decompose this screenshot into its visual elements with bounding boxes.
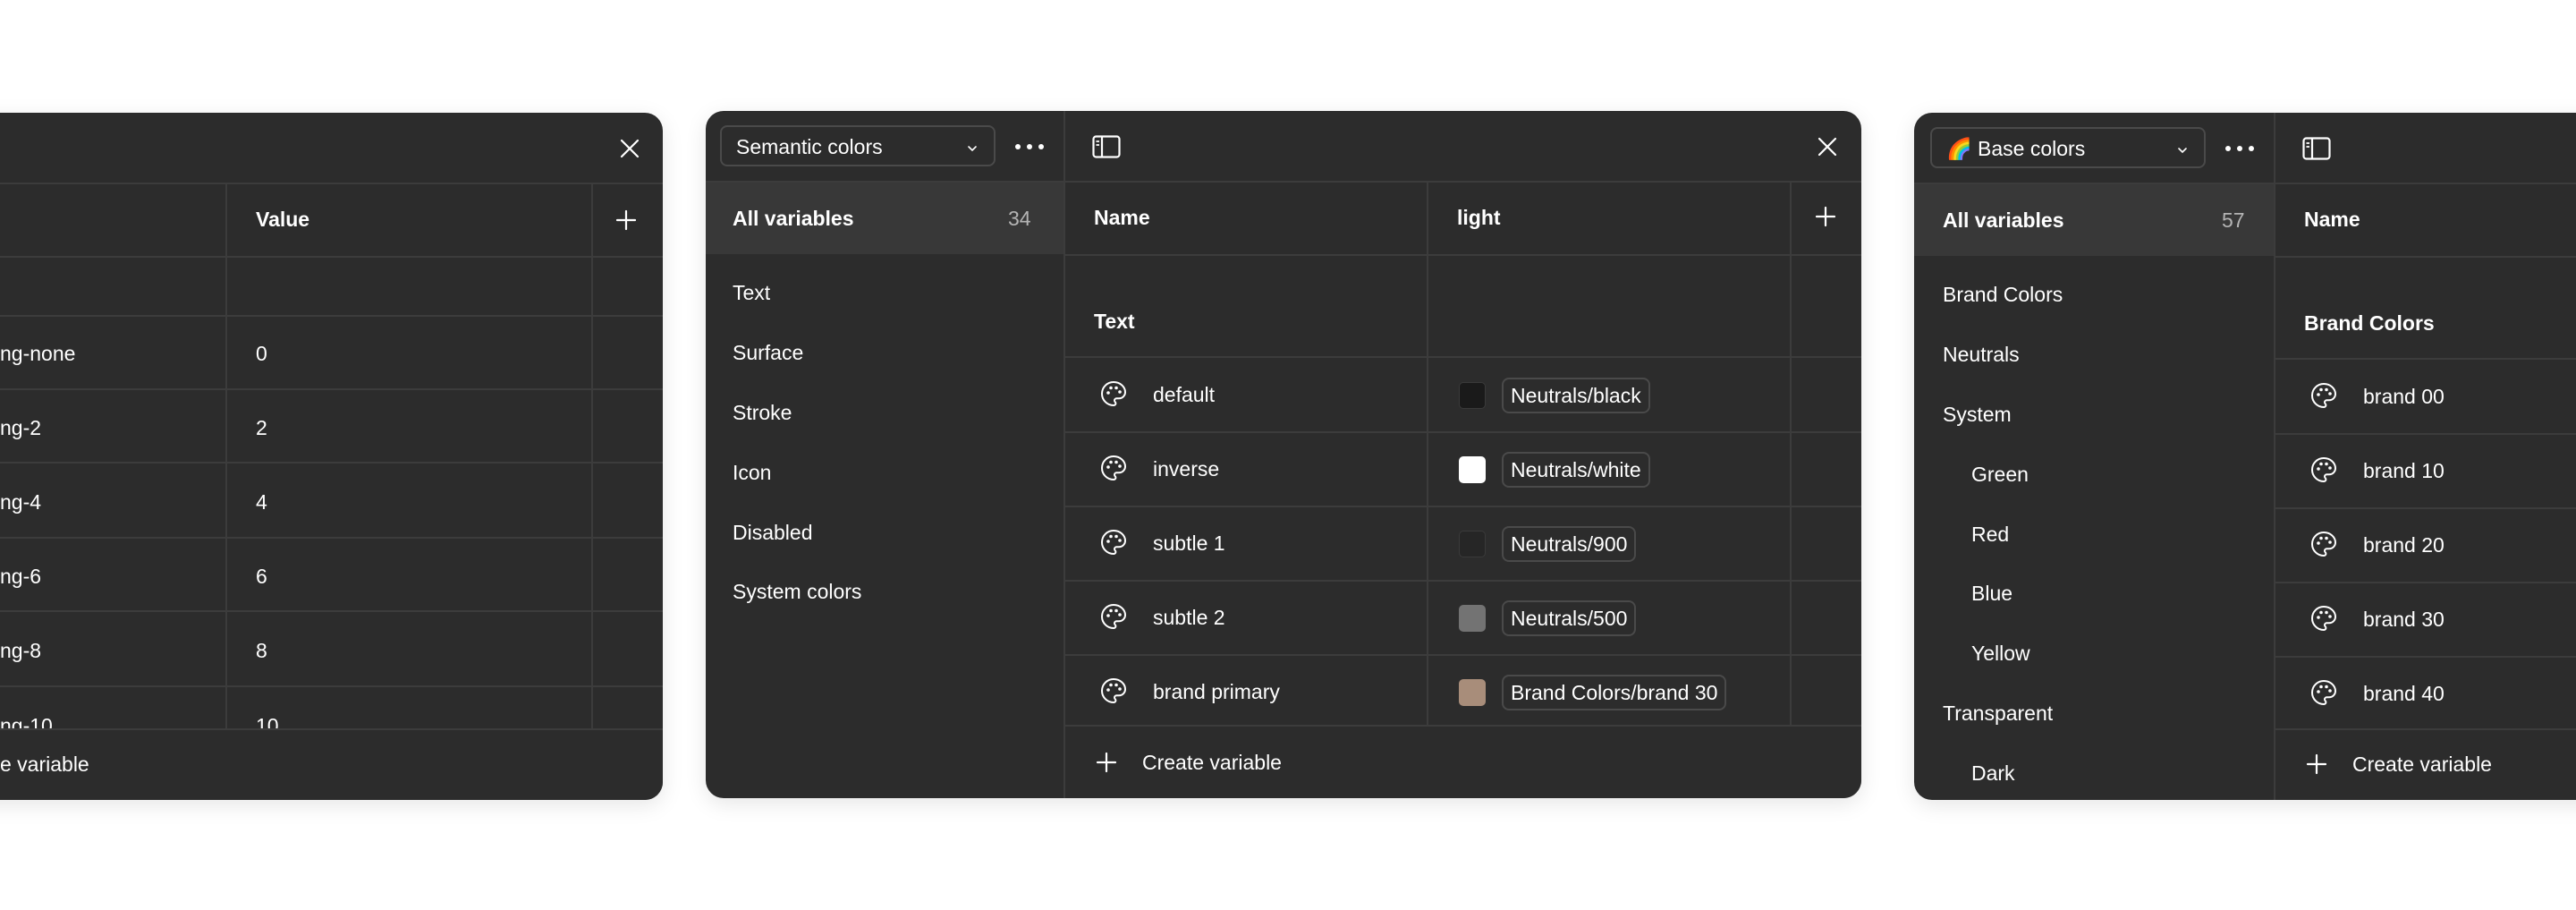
variable-value: 2 — [256, 416, 267, 439]
color-swatch — [1459, 382, 1486, 409]
variable-name: ng-10 — [0, 714, 53, 728]
plus-icon — [1094, 750, 1119, 775]
plus-icon — [2304, 752, 2329, 777]
collection-select[interactable]: 🌈 Base colors — [1930, 127, 2206, 168]
variable-count-badge: 57 — [2222, 208, 2245, 232]
value-column-header: Value — [256, 208, 310, 231]
sidebar-item-neutrals[interactable]: Neutrals — [1943, 341, 2020, 368]
variable-name: subtle 2 — [1153, 606, 1225, 629]
sidebar-item-all-variables[interactable]: All variables 34 — [706, 183, 1063, 254]
palette-icon — [2309, 604, 2338, 633]
sidebar-item-system[interactable]: System — [1943, 401, 2012, 428]
plus-icon[interactable] — [614, 208, 639, 233]
sidebar-item-surface[interactable]: Surface — [733, 339, 803, 366]
sidebar-toggle-icon[interactable] — [2301, 132, 2333, 165]
color-swatch — [1459, 679, 1486, 706]
color-swatch — [1459, 605, 1486, 632]
chevron-down-icon — [2177, 144, 2188, 160]
variables-panel-left: Value e variable ng-none 0 ng-2 2 ng-4 4… — [0, 113, 663, 800]
variable-name: brand 00 — [2363, 385, 2445, 408]
variable-value: 4 — [256, 490, 267, 514]
palette-icon — [2309, 381, 2338, 410]
variables-panel-semantic: Semantic colors All variables 34 Text Su… — [706, 111, 1861, 798]
palette-icon — [1099, 602, 1128, 631]
color-swatch — [1459, 531, 1486, 557]
group-title: Text — [1094, 310, 1135, 333]
variable-value: 10 — [256, 714, 279, 728]
group-title: Brand Colors — [2304, 311, 2435, 335]
variable-value: 6 — [256, 565, 267, 588]
variable-name: ng-6 — [0, 565, 42, 588]
collection-select[interactable]: Semantic colors — [720, 125, 996, 166]
name-column-header: Name — [1094, 206, 1150, 229]
plus-icon[interactable] — [1813, 204, 1838, 229]
sidebar-item-dark[interactable]: Dark — [1971, 760, 2015, 787]
sidebar-item-all-variables[interactable]: All variables 57 — [1914, 184, 2274, 256]
palette-icon — [1099, 379, 1128, 408]
palette-icon — [1099, 528, 1128, 557]
variable-name: brand 20 — [2363, 533, 2445, 557]
sidebar-item-icon[interactable]: Icon — [733, 459, 771, 486]
alias-chip[interactable]: Neutrals/white — [1502, 452, 1650, 488]
sidebar-item-red[interactable]: Red — [1971, 521, 2009, 548]
sidebar-item-green[interactable]: Green — [1971, 461, 2029, 488]
variable-name: brand 30 — [2363, 608, 2445, 631]
palette-icon — [2309, 455, 2338, 484]
variable-value: 8 — [256, 639, 267, 662]
variable-name: ng-8 — [0, 639, 42, 662]
palette-icon — [1099, 454, 1128, 482]
alias-chip[interactable]: Neutrals/900 — [1502, 526, 1637, 562]
palette-icon — [1099, 676, 1128, 705]
variable-value: 0 — [256, 342, 267, 365]
variable-name: ng-2 — [0, 416, 42, 439]
sidebar-item-label: All variables — [733, 207, 854, 230]
sidebar-item-yellow[interactable]: Yellow — [1971, 640, 2030, 667]
alias-chip[interactable]: Neutrals/black — [1502, 378, 1650, 413]
sidebar-item-transparent[interactable]: Transparent — [1943, 700, 2053, 727]
sidebar-item-brand-colors[interactable]: Brand Colors — [1943, 281, 2063, 308]
alias-chip[interactable]: Brand Colors/brand 30 — [1502, 675, 1727, 710]
variable-name: inverse — [1153, 457, 1220, 481]
more-icon[interactable] — [2222, 132, 2258, 165]
variable-name: brand 40 — [2363, 682, 2445, 705]
close-icon[interactable] — [1815, 134, 1840, 159]
variable-name: brand primary — [1153, 680, 1280, 703]
sidebar-item-label: All variables — [1943, 208, 2064, 232]
sidebar-item-text[interactable]: Text — [733, 279, 770, 306]
more-icon[interactable] — [1012, 131, 1047, 163]
create-variable-label: Create variable — [1142, 751, 1282, 774]
variables-panel-base: 🌈 Base colors All variables 57 Brand Col… — [1914, 113, 2576, 800]
name-column-header: Name — [2304, 208, 2360, 231]
palette-icon — [2309, 678, 2338, 707]
sidebar-item-stroke[interactable]: Stroke — [733, 399, 792, 426]
variable-name: ng-4 — [0, 490, 42, 514]
sidebar-item-disabled[interactable]: Disabled — [733, 519, 813, 546]
table-row[interactable]: ng-10 10 — [0, 687, 663, 728]
variable-name: ng-none — [0, 342, 76, 365]
variable-name: subtle 1 — [1153, 532, 1225, 555]
sidebar-toggle-icon[interactable] — [1090, 131, 1123, 163]
sidebar-item-blue[interactable]: Blue — [1971, 580, 2012, 607]
mode-column-header[interactable]: light — [1457, 204, 1501, 231]
create-variable-button[interactable]: e variable — [0, 751, 89, 778]
collection-select-label: Semantic colors — [736, 135, 883, 158]
chevron-down-icon — [967, 142, 978, 158]
variable-name: brand 10 — [2363, 459, 2445, 482]
close-icon[interactable] — [617, 136, 642, 161]
variable-name: default — [1153, 383, 1216, 406]
alias-chip[interactable]: Neutrals/500 — [1502, 600, 1637, 636]
sidebar-item-system-colors[interactable]: System colors — [733, 578, 861, 605]
palette-icon — [2309, 530, 2338, 558]
variable-count-badge: 34 — [1008, 207, 1031, 230]
create-variable-label: Create variable — [2352, 753, 2492, 776]
collection-select-label: 🌈 Base colors — [1946, 137, 2086, 160]
color-swatch — [1459, 456, 1486, 483]
